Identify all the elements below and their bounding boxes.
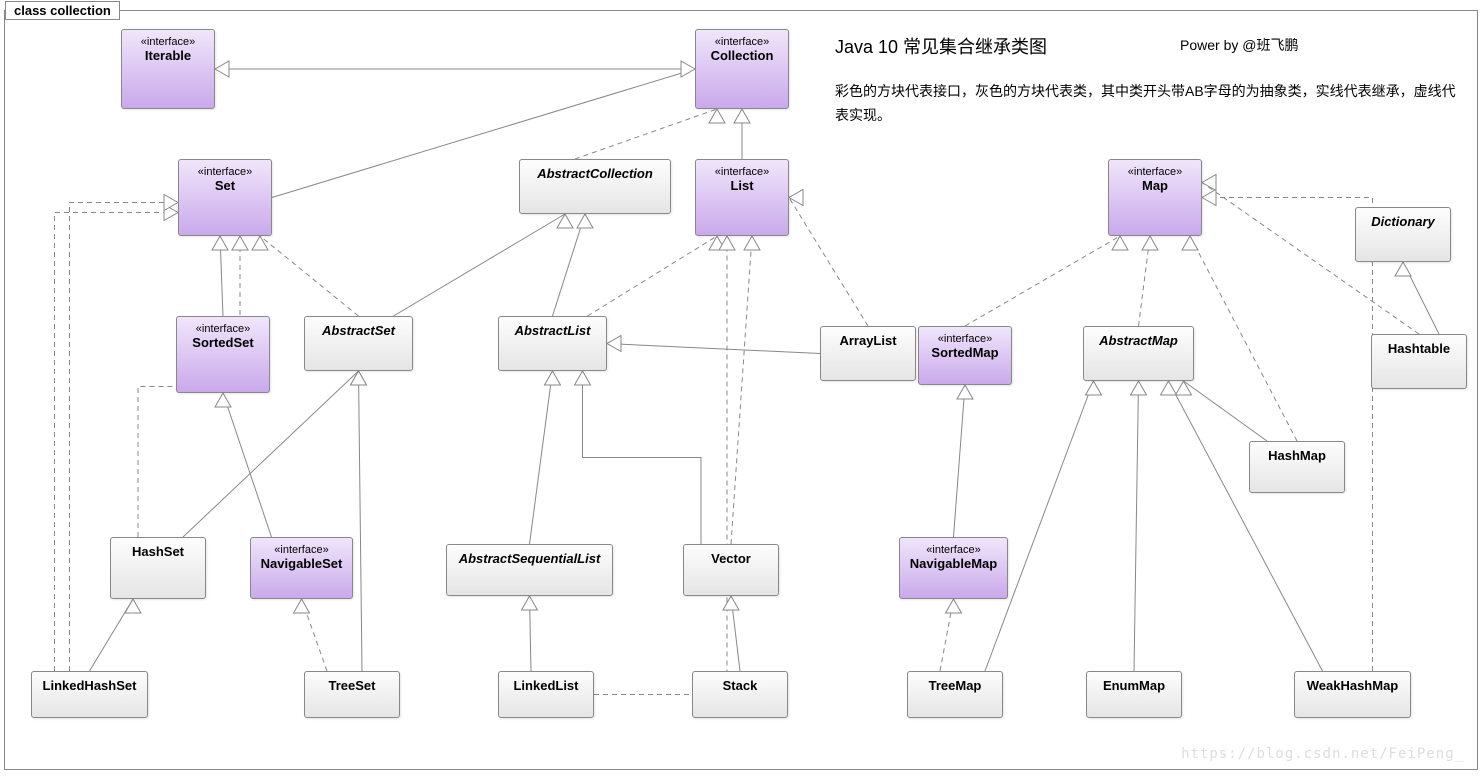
node-AbstractSet: AbstractSet <box>304 316 413 371</box>
node-label: SortedMap <box>923 345 1007 360</box>
node-label: Vector <box>688 551 774 566</box>
node-Map: «interface»Map <box>1108 159 1202 236</box>
node-LinkedHashSet: LinkedHashSet <box>31 671 148 718</box>
stereotype: «interface» <box>700 166 784 178</box>
node-label: ArrayList <box>825 333 911 348</box>
node-label: Stack <box>697 678 783 693</box>
node-label: TreeMap <box>912 678 998 693</box>
node-label: Set <box>183 178 267 193</box>
node-Dictionary: Dictionary <box>1355 207 1451 262</box>
node-AbstractList: AbstractList <box>498 316 607 371</box>
node-EnumMap: EnumMap <box>1086 671 1182 718</box>
node-label: NavigableSet <box>255 556 348 571</box>
node-AbstractMap: AbstractMap <box>1083 326 1194 381</box>
node-Stack: Stack <box>692 671 788 718</box>
node-SortedSet: «interface»SortedSet <box>176 316 270 393</box>
node-label: TreeSet <box>309 678 395 693</box>
node-Collection: «interface»Collection <box>695 29 789 109</box>
node-label: HashSet <box>115 544 201 559</box>
node-LinkedList: LinkedList <box>498 671 594 718</box>
node-List: «interface»List <box>695 159 789 236</box>
node-label: WeakHashMap <box>1299 678 1406 693</box>
stereotype: «interface» <box>904 544 1003 556</box>
node-TreeMap: TreeMap <box>907 671 1003 718</box>
node-label: Map <box>1113 178 1197 193</box>
diagram-credit: Power by @班飞鹏 <box>1180 35 1298 55</box>
node-label: AbstractSequentialList <box>451 551 608 566</box>
stereotype: «interface» <box>255 544 348 556</box>
node-label: AbstractSet <box>309 323 408 338</box>
node-label: Collection <box>700 48 784 63</box>
watermark: https://blog.csdn.net/FeiPeng_ <box>1181 746 1464 762</box>
diagram-title: Java 10 常见集合继承类图 <box>835 33 1047 59</box>
node-AbstractSequentialList: AbstractSequentialList <box>446 544 613 596</box>
stereotype: «interface» <box>183 166 267 178</box>
stereotype: «interface» <box>1113 166 1197 178</box>
node-HashSet: HashSet <box>110 537 206 599</box>
node-label: LinkedHashSet <box>36 678 143 693</box>
stereotype: «interface» <box>923 333 1007 345</box>
node-label: AbstractCollection <box>524 166 666 181</box>
node-TreeSet: TreeSet <box>304 671 400 718</box>
node-label: Hashtable <box>1376 341 1462 356</box>
node-label: LinkedList <box>503 678 589 693</box>
node-NavigableSet: «interface»NavigableSet <box>250 537 353 599</box>
node-Set: «interface»Set <box>178 159 272 236</box>
node-ArrayList: ArrayList <box>820 326 916 381</box>
node-WeakHashMap: WeakHashMap <box>1294 671 1411 718</box>
node-label: AbstractList <box>503 323 602 338</box>
frame-label: class collection <box>5 1 120 20</box>
node-NavigableMap: «interface»NavigableMap <box>899 537 1008 599</box>
node-label: AbstractMap <box>1088 333 1189 348</box>
node-label: EnumMap <box>1091 678 1177 693</box>
node-Iterable: «interface»Iterable <box>121 29 215 109</box>
stereotype: «interface» <box>700 36 784 48</box>
node-Hashtable: Hashtable <box>1371 334 1467 389</box>
node-label: List <box>700 178 784 193</box>
node-HashMap: HashMap <box>1249 441 1345 493</box>
node-label: Iterable <box>126 48 210 63</box>
node-SortedMap: «interface»SortedMap <box>918 326 1012 385</box>
node-label: NavigableMap <box>904 556 1003 571</box>
stereotype: «interface» <box>181 323 265 335</box>
node-AbstractCollection: AbstractCollection <box>519 159 671 214</box>
node-label: SortedSet <box>181 335 265 350</box>
node-Vector: Vector <box>683 544 779 596</box>
node-label: Dictionary <box>1360 214 1446 229</box>
node-label: HashMap <box>1254 448 1340 463</box>
stereotype: «interface» <box>126 36 210 48</box>
diagram-description: 彩色的方块代表接口，灰色的方块代表类，其中类开头带AB字母的为抽象类，实线代表继… <box>835 80 1465 128</box>
